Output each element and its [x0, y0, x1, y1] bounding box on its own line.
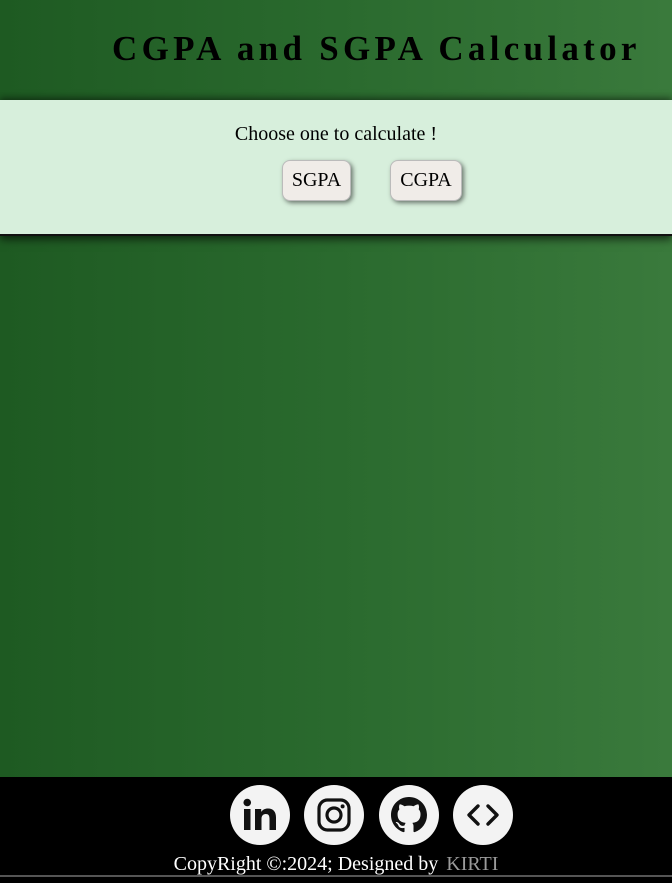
github-icon: [391, 797, 427, 833]
page-title: CGPA and SGPA Calculator: [112, 29, 641, 68]
code-icon: [467, 804, 499, 826]
instagram-link[interactable]: [304, 785, 364, 845]
code-link[interactable]: [453, 785, 513, 845]
sgpa-button[interactable]: SGPA: [282, 160, 351, 201]
social-links: [0, 785, 672, 845]
bottom-divider: [0, 875, 672, 877]
choose-prompt: Choose one to calculate !: [234, 123, 438, 145]
copyright-line: CopyRight ©:2024; Designed by KIRTI: [0, 852, 672, 876]
linkedin-icon: [243, 798, 276, 830]
designer-link[interactable]: KIRTI: [446, 853, 498, 875]
footer: CopyRight ©:2024; Designed by KIRTI: [0, 777, 672, 883]
instagram-icon: [317, 798, 351, 832]
copyright-text: CopyRight ©:2024; Designed by: [173, 853, 439, 875]
linkedin-link[interactable]: [230, 785, 290, 845]
cgpa-button[interactable]: CGPA: [390, 160, 462, 201]
github-link[interactable]: [379, 785, 439, 845]
header: CGPA and SGPA Calculator: [0, 0, 672, 100]
calculator-chooser-panel: Choose one to calculate ! SGPA CGPA: [0, 100, 672, 236]
